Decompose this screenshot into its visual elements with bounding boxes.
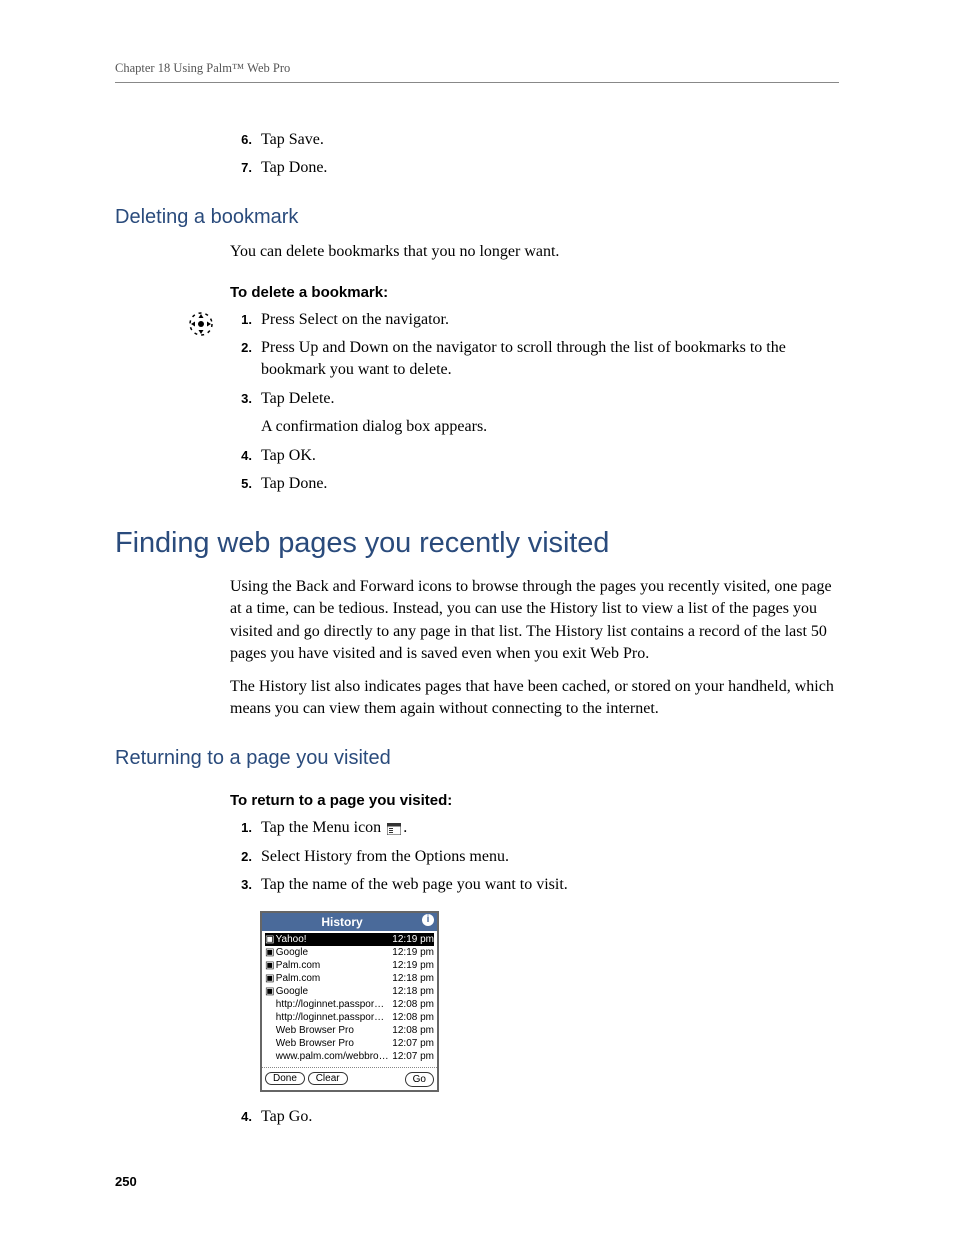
cache-icon: ▣: [265, 972, 273, 985]
step-number: 2.: [230, 846, 261, 868]
step-text: Press Up and Down on the navigator to sc…: [261, 337, 839, 382]
history-dialog-screenshot: History i ▣ Yahoo!12:19 pm▣ Google12:19 …: [260, 911, 439, 1093]
step-text: Tap OK.: [261, 445, 839, 467]
history-entry-name: ▣ Yahoo!: [265, 933, 388, 946]
step-text: Tap the Menu icon .: [261, 817, 839, 839]
cache-icon: ▣: [265, 933, 273, 946]
history-entry-time: 12:08 pm: [388, 1011, 434, 1024]
step-item: 3. Tap Delete. A confirmation dialog box…: [230, 388, 839, 439]
step-text: Tap Go.: [261, 1106, 839, 1128]
history-entry-time: 12:08 pm: [388, 998, 434, 1011]
step-item: 1. Tap the Menu icon .: [230, 817, 839, 839]
step-number: 3.: [230, 874, 261, 896]
step-text: Select History from the Options menu.: [261, 846, 839, 868]
history-entry-time: 12:19 pm: [388, 933, 434, 946]
step-item: 2. Select History from the Options menu.: [230, 846, 839, 868]
section-heading-deleting-bookmark: Deleting a bookmark: [115, 203, 839, 231]
history-title-bar: History i: [262, 913, 437, 932]
history-title-text: History: [321, 915, 362, 929]
step-number: 1.: [230, 817, 261, 839]
history-row[interactable]: www.palm.com/webbro…12:07 pm: [265, 1050, 434, 1063]
step-number: 2.: [230, 337, 261, 382]
history-entry-time: 12:18 pm: [388, 972, 434, 985]
step-item: 5. Tap Done.: [230, 473, 839, 495]
clear-button[interactable]: Clear: [308, 1072, 348, 1085]
history-entry-name: http://loginnet.passpor…: [265, 1011, 388, 1024]
history-entry-name: ▣ Palm.com: [265, 959, 388, 972]
body-text: The History list also indicates pages th…: [230, 676, 839, 721]
section-heading-finding-pages: Finding web pages you recently visited: [115, 523, 839, 564]
step-item: 2. Press Up and Down on the navigator to…: [230, 337, 839, 382]
history-entry-time: 12:18 pm: [388, 985, 434, 998]
step-text: Tap the name of the web page you want to…: [261, 874, 839, 896]
history-entry-name: http://loginnet.passpor…: [265, 998, 388, 1011]
procedure-heading: To return to a page you visited:: [230, 790, 839, 811]
history-list[interactable]: ▣ Yahoo!12:19 pm▣ Google12:19 pm▣ Palm.c…: [262, 931, 437, 1067]
step-number: 1.: [230, 309, 261, 331]
history-row[interactable]: ▣ Palm.com12:18 pm: [265, 972, 434, 985]
history-row[interactable]: ▣ Google12:19 pm: [265, 946, 434, 959]
history-entry-time: 12:07 pm: [388, 1037, 434, 1050]
section-heading-returning: Returning to a page you visited: [115, 744, 839, 772]
step-item: 4. Tap Go.: [230, 1106, 839, 1128]
step-text-post: .: [403, 819, 407, 836]
step-number: 6.: [230, 129, 261, 151]
step-text: Tap Delete. A confirmation dialog box ap…: [261, 388, 839, 439]
prior-steps-block: 6. Tap Save. 7. Tap Done.: [230, 129, 839, 180]
cache-icon: ▣: [265, 946, 273, 959]
history-row[interactable]: Web Browser Pro12:07 pm: [265, 1037, 434, 1050]
step-item: 6. Tap Save.: [230, 129, 839, 151]
history-row[interactable]: ▣ Yahoo!12:19 pm: [265, 933, 434, 946]
step-text: Tap Done.: [261, 157, 839, 179]
step-number: 4.: [230, 445, 261, 467]
step-text-pre: Tap the Menu icon: [261, 819, 385, 836]
step-text: Press Select on the navigator.: [261, 309, 839, 331]
step-number: 3.: [230, 388, 261, 439]
step-number: 5.: [230, 473, 261, 495]
step-result: A confirmation dialog box appears.: [261, 416, 839, 438]
page-number: 250: [115, 1173, 839, 1191]
body-text: Using the Back and Forward icons to brow…: [230, 576, 839, 666]
history-row[interactable]: ▣ Google12:18 pm: [265, 985, 434, 998]
page-header: Chapter 18 Using Palm™ Web Pro: [115, 60, 839, 83]
history-row[interactable]: http://loginnet.passpor…12:08 pm: [265, 1011, 434, 1024]
cache-icon: ▣: [265, 985, 273, 998]
done-button[interactable]: Done: [265, 1072, 305, 1085]
info-icon[interactable]: i: [422, 914, 434, 926]
procedure-heading: To delete a bookmark:: [230, 282, 839, 303]
history-row[interactable]: Web Browser Pro12:08 pm: [265, 1024, 434, 1037]
history-entry-name: www.palm.com/webbro…: [265, 1050, 388, 1063]
history-entry-time: 12:08 pm: [388, 1024, 434, 1037]
menu-icon: [387, 823, 401, 835]
body-text: You can delete bookmarks that you no lon…: [230, 241, 839, 263]
step-item: 7. Tap Done.: [230, 157, 839, 179]
step-item: 3. Tap the name of the web page you want…: [230, 874, 839, 896]
step-main: Tap Delete.: [261, 390, 335, 407]
navigator-icon: [188, 311, 214, 337]
history-row[interactable]: ▣ Palm.com12:19 pm: [265, 959, 434, 972]
step-item: 1. Press Select on the navigator.: [230, 309, 839, 331]
go-button[interactable]: Go: [405, 1072, 434, 1087]
history-entry-time: 12:19 pm: [388, 959, 434, 972]
history-entry-name: ▣ Google: [265, 985, 388, 998]
history-row[interactable]: http://loginnet.passpor…12:08 pm: [265, 998, 434, 1011]
history-entry-time: 12:19 pm: [388, 946, 434, 959]
cache-icon: ▣: [265, 959, 273, 972]
history-entry-name: ▣ Google: [265, 946, 388, 959]
history-entry-name: Web Browser Pro: [265, 1037, 388, 1050]
history-entry-name: Web Browser Pro: [265, 1024, 388, 1037]
step-item: 4. Tap OK.: [230, 445, 839, 467]
history-footer: Done Clear Go: [262, 1067, 437, 1090]
step-text: Tap Done.: [261, 473, 839, 495]
step-number: 7.: [230, 157, 261, 179]
history-entry-name: ▣ Palm.com: [265, 972, 388, 985]
step-text: Tap Save.: [261, 129, 839, 151]
step-number: 4.: [230, 1106, 261, 1128]
history-entry-time: 12:07 pm: [388, 1050, 434, 1063]
